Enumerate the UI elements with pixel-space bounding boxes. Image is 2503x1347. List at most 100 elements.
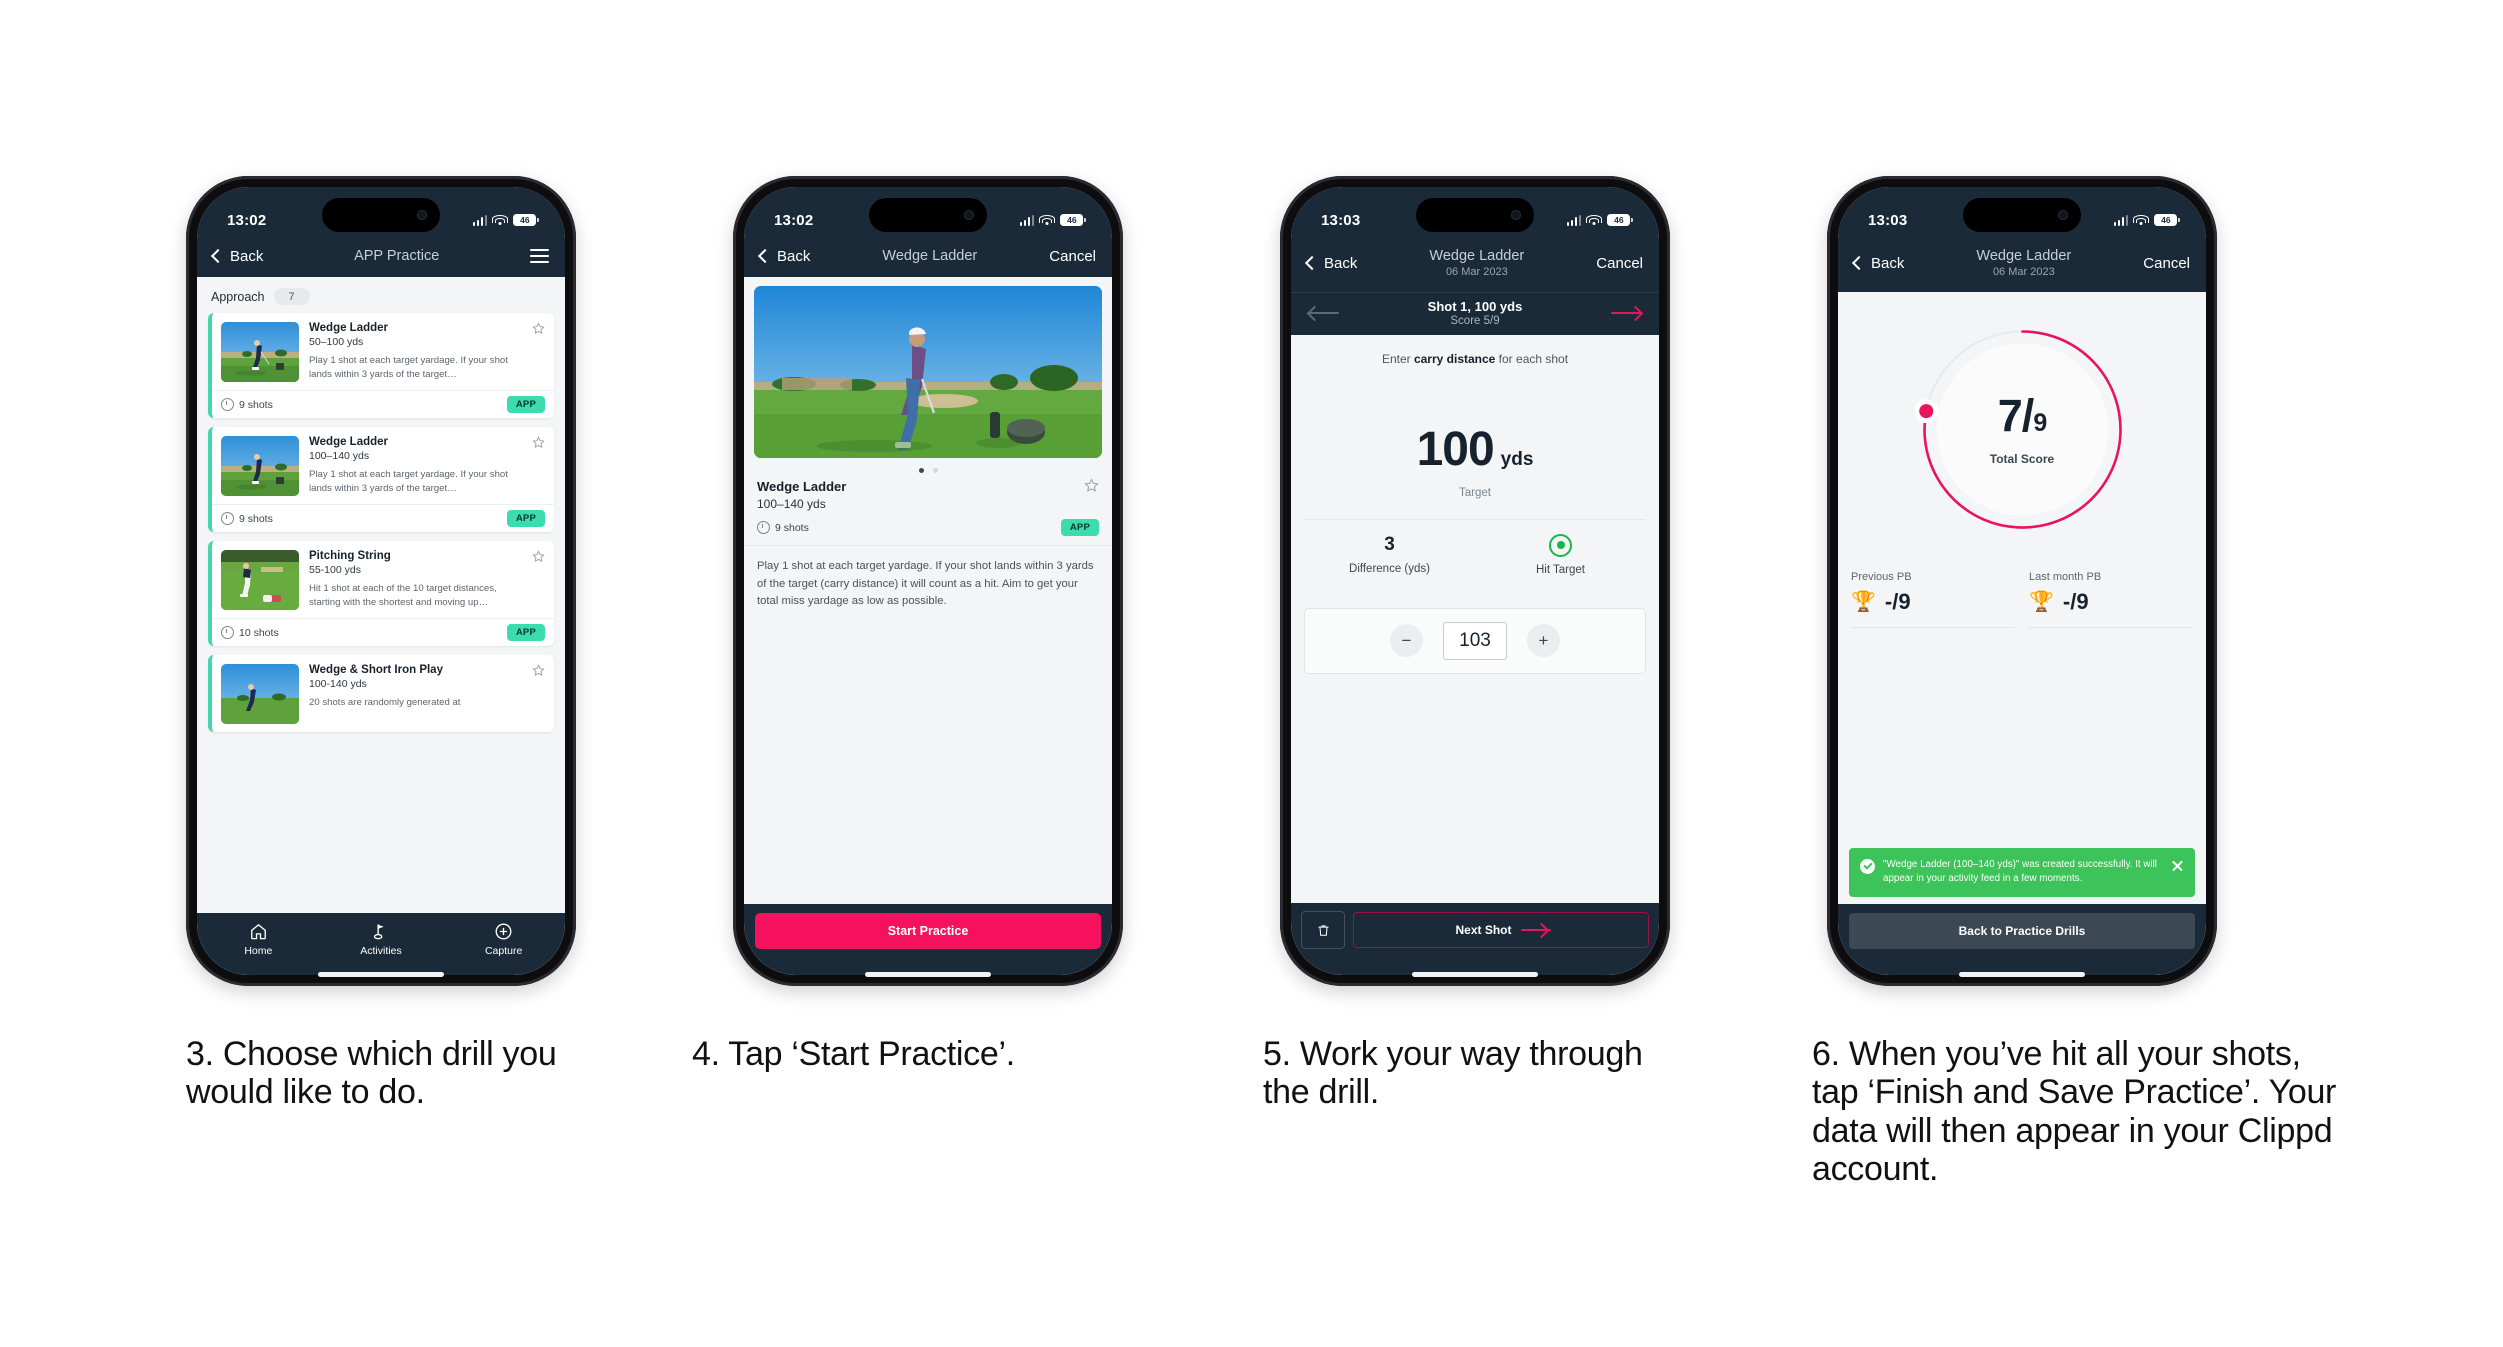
drill-description: Play 1 shot at each target yardage. If y… xyxy=(309,469,508,494)
caption-step-5: 5. Work your way through the drill. xyxy=(1263,1035,1643,1112)
battery-level: 46 xyxy=(513,214,537,226)
favorite-star-icon[interactable] xyxy=(532,436,545,449)
shot-entry-body: Enter carry distance for each shot 100 yd… xyxy=(1291,334,1659,975)
back-button[interactable]: Back xyxy=(1304,255,1357,272)
category-row: Approach 7 xyxy=(197,277,565,313)
previous-shot-arrow-icon[interactable] xyxy=(1306,305,1339,322)
drill-shot-count: 10 shots xyxy=(221,626,279,640)
carousel-dots[interactable] xyxy=(744,458,1112,477)
tab-home[interactable]: Home xyxy=(218,922,298,957)
tab-activities[interactable]: Activities xyxy=(341,922,421,957)
back-button[interactable]: Back xyxy=(757,247,811,265)
front-camera-icon xyxy=(417,210,427,220)
shot-title: Shot 1, 100 yds xyxy=(1427,298,1523,314)
tab-capture-label: Capture xyxy=(484,945,523,957)
golf-flag-icon xyxy=(371,922,390,941)
menu-icon[interactable] xyxy=(530,248,549,264)
drill-category-badge: APP xyxy=(506,510,545,528)
status-time: 13:02 xyxy=(227,211,267,229)
last-month-pb: Last month PB 🏆 -/9 xyxy=(2029,571,2193,628)
hit-target-label: Hit Target xyxy=(1535,563,1585,576)
tutorial-screenshot-sheet: 13:02 46 Back APP Practice Approach 7 We… xyxy=(0,0,2503,1347)
drill-yardage: 55-100 yds xyxy=(309,564,361,577)
drill-yardage: 50–100 yds xyxy=(309,336,364,349)
carry-distance-input[interactable]: 103 xyxy=(1443,621,1507,660)
cellular-signal-icon xyxy=(472,214,488,226)
drill-title: Wedge & Short Iron Play xyxy=(309,664,443,677)
start-practice-button[interactable]: Start Practice xyxy=(755,913,1101,949)
favorite-star-icon[interactable] xyxy=(1084,478,1099,493)
back-label: Back xyxy=(1871,254,1905,272)
category-label: Approach xyxy=(211,289,265,304)
target-distance: 100 yds Target xyxy=(1291,366,1659,499)
back-label: Back xyxy=(777,247,811,265)
personal-best-row: Previous PB 🏆 -/9 Last month PB 🏆 -/9 xyxy=(1851,571,2193,628)
chevron-left-icon xyxy=(1304,256,1320,271)
drill-thumbnail xyxy=(221,322,299,383)
plus-circle-icon xyxy=(494,922,513,941)
favorite-star-icon[interactable] xyxy=(532,664,545,677)
wifi-icon xyxy=(492,214,509,226)
bottom-tab-bar[interactable]: Home Activities Capture xyxy=(197,913,565,975)
nav-title-text: Wedge Ladder xyxy=(1429,248,1525,264)
score-ring: 7/9 Total Score xyxy=(1914,322,2130,537)
dynamic-island xyxy=(322,198,440,232)
battery-level: 46 xyxy=(1607,214,1631,226)
cancel-button[interactable]: Cancel xyxy=(2143,255,2190,272)
drill-card[interactable]: Wedge & Short Iron Play 100-140 yds 20 s… xyxy=(208,655,554,733)
home-indicator xyxy=(1959,972,2085,977)
tab-activities-label: Activities xyxy=(360,945,402,957)
increment-button[interactable]: + xyxy=(1527,624,1560,658)
drill-card[interactable]: Wedge Ladder 100–140 yds Play 1 shot at … xyxy=(208,427,554,533)
next-shot-arrow-icon[interactable] xyxy=(1611,305,1644,322)
home-icon xyxy=(249,922,268,941)
drill-card[interactable]: Pitching String 55-100 yds Hit 1 shot at… xyxy=(208,541,554,647)
drill-description: Hit 1 shot at each of the 10 target dist… xyxy=(309,583,497,608)
back-button[interactable]: Back xyxy=(1851,254,1905,272)
arrow-right-icon xyxy=(1520,922,1551,939)
previous-pb: Previous PB 🏆 -/9 xyxy=(1851,571,2015,628)
phone-shot-entry: 13:03 46 Back Wedge Ladder 06 Mar 2023 C… xyxy=(1280,176,1670,986)
nav-title-text: Wedge Ladder xyxy=(1976,248,2072,264)
total-score-value: 7/9 xyxy=(1997,389,2047,441)
hint-bold: carry distance xyxy=(1413,351,1496,366)
drill-list[interactable]: Approach 7 Wedge Ladder 50–100 yds Play … xyxy=(197,277,565,975)
score-slash: / xyxy=(2021,389,2034,441)
trophy-icon: 🏆 xyxy=(2029,590,2054,613)
home-indicator xyxy=(318,972,444,977)
difference-label: Difference (yds) xyxy=(1349,562,1430,575)
back-to-practice-drills-button[interactable]: Back to Practice Drills xyxy=(1849,913,2195,949)
cancel-button[interactable]: Cancel xyxy=(1596,255,1643,272)
delete-shot-button[interactable] xyxy=(1301,911,1345,949)
back-button[interactable]: Back xyxy=(210,248,263,265)
front-camera-icon xyxy=(964,210,974,220)
previous-pb-label: Previous PB xyxy=(1851,570,1912,583)
score-numerator: 7 xyxy=(1997,389,2023,441)
caption-step-3: 3. Choose which drill you would like to … xyxy=(186,1035,557,1112)
wifi-icon xyxy=(1586,214,1603,226)
entry-hint: Enter carry distance for each shot xyxy=(1291,335,1659,366)
drill-title: Wedge Ladder xyxy=(309,322,389,335)
front-camera-icon xyxy=(2058,210,2068,220)
next-shot-button[interactable]: Next Shot xyxy=(1353,912,1649,948)
trophy-icon: 🏆 xyxy=(1851,590,1876,613)
home-indicator xyxy=(865,972,991,977)
shot-navigation-bar: Shot 1, 100 yds Score 5/9 xyxy=(1291,291,1659,335)
drill-title: Wedge Ladder xyxy=(309,436,389,449)
drill-hero-image[interactable] xyxy=(754,286,1102,459)
check-circle-icon xyxy=(1860,858,1875,874)
drill-yardage: 100-140 yds xyxy=(309,678,367,691)
favorite-star-icon[interactable] xyxy=(532,550,545,563)
decrement-button[interactable]: − xyxy=(1390,624,1423,658)
close-icon[interactable] xyxy=(2171,859,2184,872)
toast-message: "Wedge Ladder (100–140 yds)" was created… xyxy=(1883,858,2157,885)
cancel-button[interactable]: Cancel xyxy=(1049,248,1096,265)
carry-distance-stepper[interactable]: − 103 + xyxy=(1304,607,1646,674)
drill-card[interactable]: Wedge Ladder 50–100 yds Play 1 shot at e… xyxy=(208,313,554,419)
shot-entry-footer: Next Shot xyxy=(1291,903,1659,975)
difference-stat: 3 Difference (yds) xyxy=(1304,534,1475,576)
front-camera-icon xyxy=(1511,210,1521,220)
favorite-star-icon[interactable] xyxy=(532,322,545,335)
tab-capture[interactable]: Capture xyxy=(464,922,544,957)
clock-icon xyxy=(221,398,234,412)
